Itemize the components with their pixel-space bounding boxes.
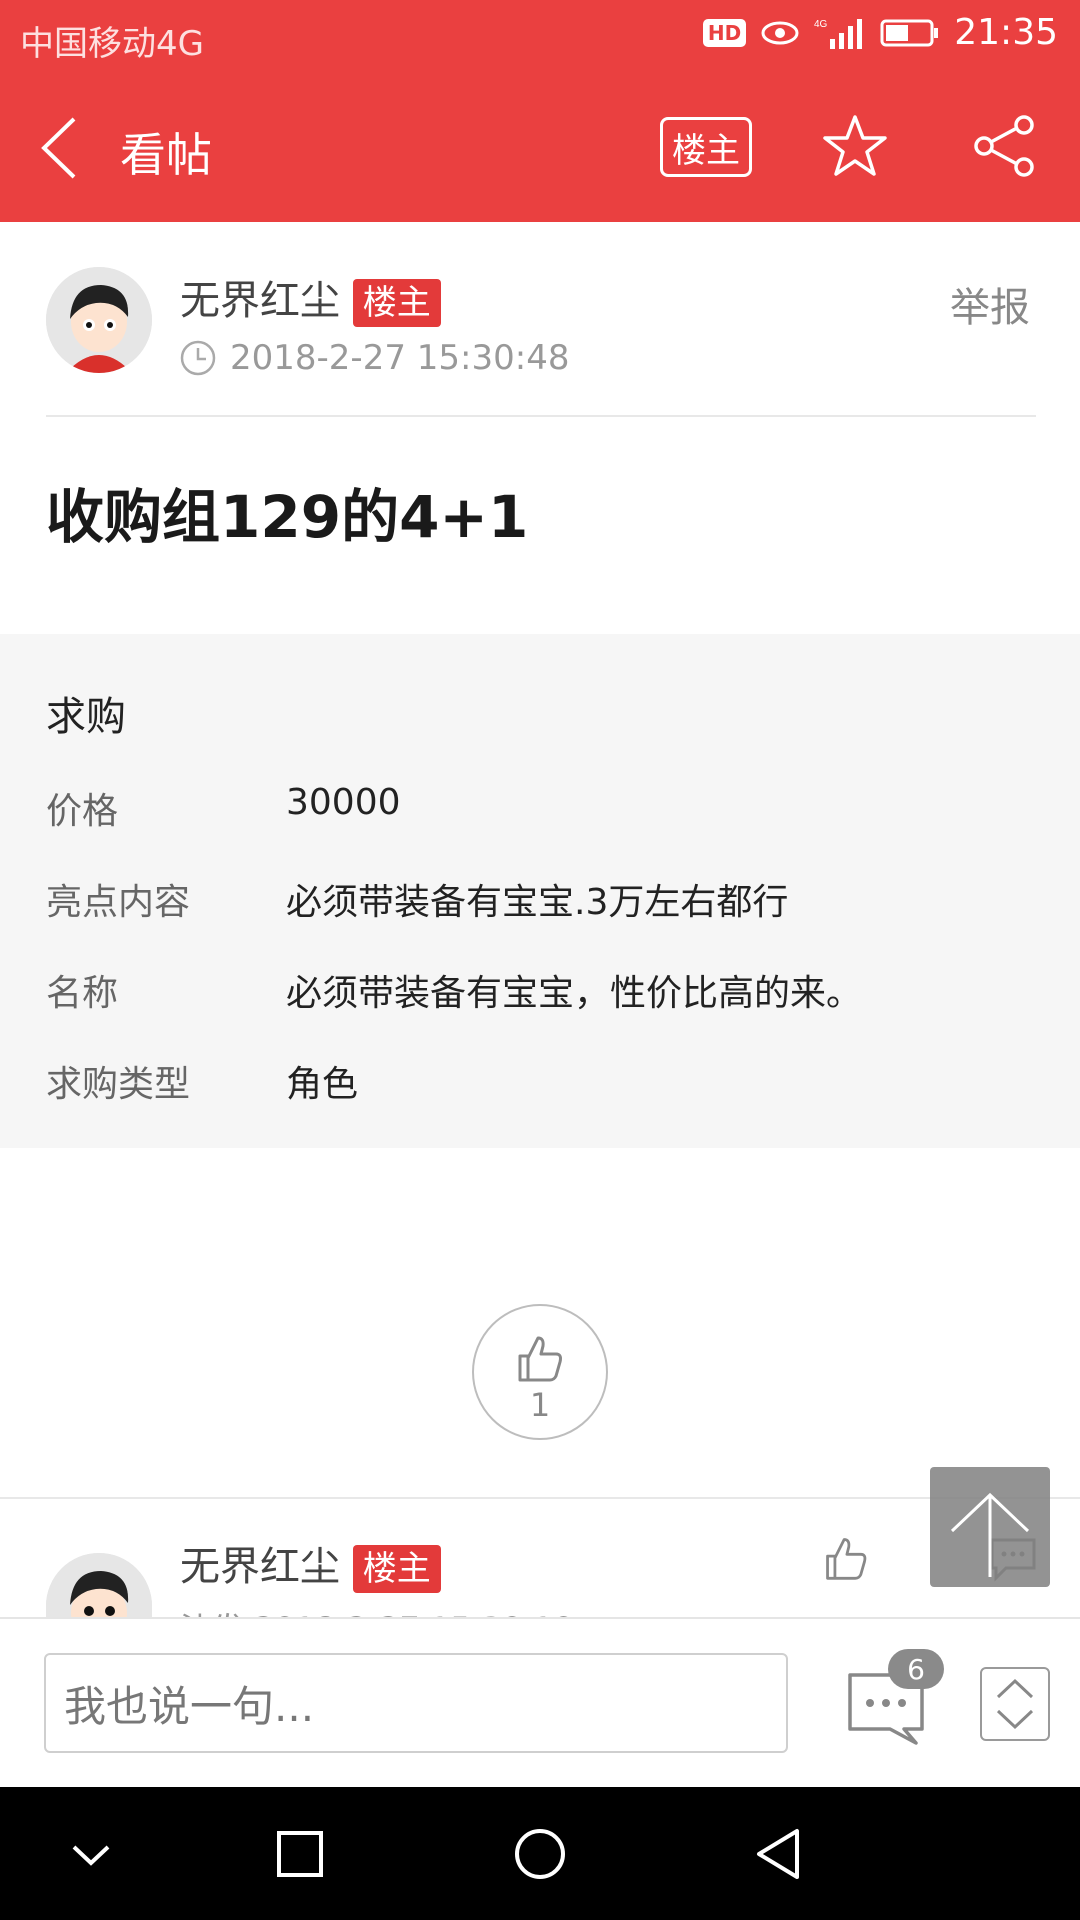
clock: 21:35 [954, 12, 1058, 53]
info-value: 必须带装备有宝宝.3万左右都行 [286, 882, 789, 923]
info-label: 求购类型 [46, 1064, 191, 1105]
reply-thumbs-up-icon[interactable] [822, 1534, 870, 1582]
post-title: 收购组129的4+1 [46, 483, 529, 551]
floor-jump-button[interactable] [980, 1667, 1050, 1741]
report-button[interactable]: 举报 [950, 275, 1030, 333]
info-panel: 求购 价格 30000 亮点内容 必须带装备有宝宝.3万左右都行 名称 必须带装… [0, 634, 1080, 1148]
thumbs-up-icon [518, 1336, 562, 1382]
page-title: 看帖 [120, 128, 212, 182]
info-row: 求购类型 角色 [46, 1055, 1036, 1107]
top-nav-bar: 看帖 楼主 [0, 75, 1080, 222]
info-label: 名称 [46, 973, 119, 1014]
post-time-row: 2018-2-27 15:30:48 [180, 338, 569, 378]
system-nav-bar [0, 1787, 1080, 1920]
avatar[interactable] [46, 267, 152, 373]
reply-author-name[interactable]: 无界红尘 [180, 1544, 340, 1590]
op-badge: 楼主 [352, 279, 441, 327]
info-value: 30000 [286, 782, 401, 823]
divider [0, 1497, 1080, 1499]
back-icon[interactable] [745, 1819, 815, 1889]
eye-icon [761, 21, 799, 44]
clock-icon [180, 340, 216, 376]
avatar-cartoon-icon [46, 267, 152, 373]
home-icon[interactable] [505, 1819, 575, 1889]
info-label: 亮点内容 [46, 882, 191, 923]
divider [46, 415, 1036, 417]
chevron-up-down-icon [996, 1678, 1034, 1730]
hd-icon: HD [702, 18, 747, 47]
comment-input[interactable]: 我也说一句... [44, 1653, 788, 1753]
op-badge: 楼主 [352, 1545, 441, 1593]
reply-author-row: 无界红尘 楼主 [180, 1534, 441, 1593]
chevron-down-icon[interactable] [56, 1819, 126, 1889]
author-row: 无界红尘 楼主 [180, 268, 441, 327]
signal-icon: 4G [814, 18, 863, 49]
info-section-title: 求购 [46, 694, 126, 740]
svg-text:4G: 4G [814, 19, 828, 30]
arrow-up-icon [950, 1492, 1030, 1577]
battery-icon [880, 19, 939, 46]
carrier-label: 中国移动4G [20, 24, 204, 64]
like-button[interactable]: 1 [472, 1304, 608, 1440]
info-label: 价格 [46, 791, 119, 832]
info-value: 必须带装备有宝宝，性价比高的来。 [286, 973, 863, 1014]
author-name[interactable]: 无界红尘 [180, 278, 340, 324]
status-icons: HD 4G 21:35 [702, 12, 1058, 53]
back-arrow-icon[interactable] [36, 113, 86, 183]
info-row: 亮点内容 必须带装备有宝宝.3万左右都行 [46, 873, 1036, 925]
only-op-button[interactable]: 楼主 [660, 117, 752, 177]
reply-avatar[interactable] [46, 1553, 152, 1617]
recents-icon[interactable] [265, 1819, 335, 1889]
bottom-comment-bar: 我也说一句... 6 [0, 1617, 1080, 1789]
like-count: 1 [529, 1386, 551, 1424]
info-row: 名称 必须带装备有宝宝，性价比高的来。 [46, 964, 1036, 1016]
scroll-to-top-button[interactable] [930, 1467, 1050, 1587]
info-value: 角色 [286, 1064, 359, 1105]
star-icon[interactable] [822, 113, 888, 179]
comment-count-badge: 6 [888, 1649, 944, 1689]
status-bar: 中国移动4G HD 4G 21:35 [0, 0, 1080, 75]
share-icon[interactable] [972, 113, 1038, 179]
info-row: 价格 30000 [46, 782, 1036, 834]
avatar-cartoon-icon [46, 1553, 152, 1617]
post-time: 2018-2-27 15:30:48 [230, 338, 570, 378]
